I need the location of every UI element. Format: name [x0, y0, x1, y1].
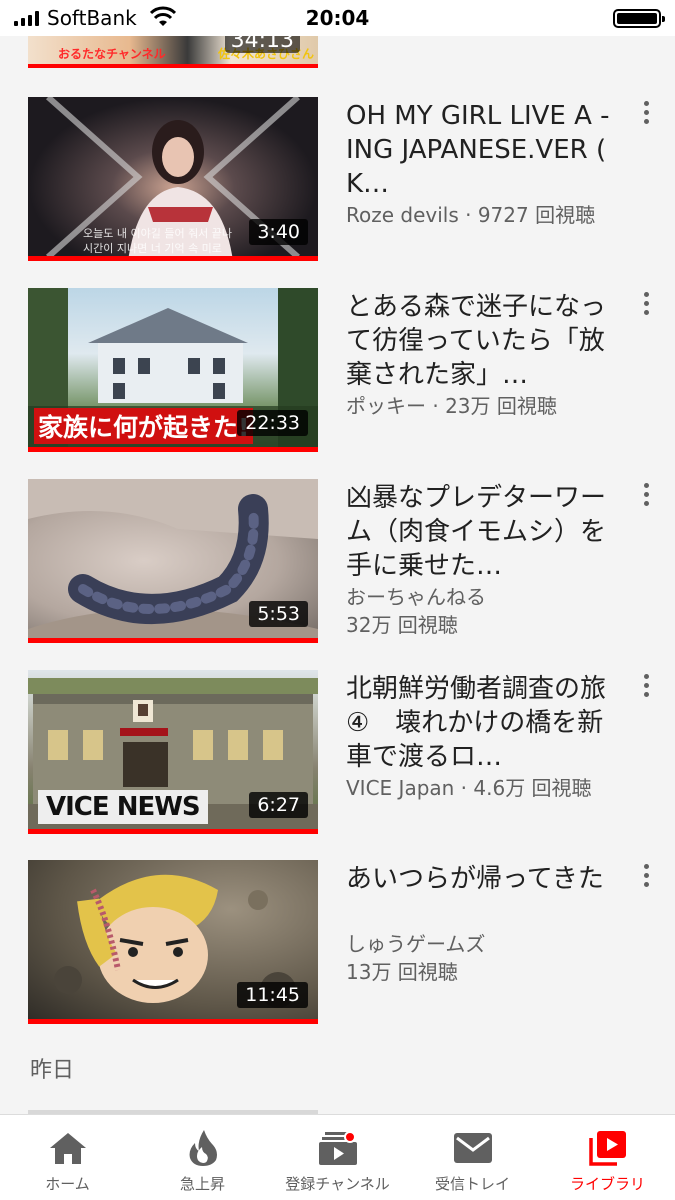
- video-duration: 3:40: [249, 219, 308, 245]
- nav-library[interactable]: ライブラリ: [540, 1115, 675, 1200]
- video-title[interactable]: あいつらが帰ってきた: [346, 862, 614, 930]
- watch-progress-bar: [28, 829, 318, 834]
- video-duration: 6:27: [249, 792, 308, 818]
- library-icon: [588, 1129, 628, 1167]
- nav-label: ライブラリ: [569, 1175, 645, 1193]
- nav-label: 受信トレイ: [434, 1175, 510, 1193]
- video-thumbnail[interactable]: 오늘도 내 이야길 들어 줘서 끝나 시간이 지나면 너 기억 속 미로 3:4…: [28, 97, 318, 261]
- more-options-icon[interactable]: [638, 483, 654, 511]
- video-title[interactable]: とある森で迷子になって彷徨っていたら「放棄された家」…: [346, 290, 614, 392]
- trending-flame-icon: [183, 1129, 223, 1167]
- video-list-item[interactable]: 家族に何が起きた! 22:33 とある森で迷子になって彷徨っていたら「放棄された…: [0, 288, 675, 452]
- nav-label: ホーム: [45, 1175, 90, 1193]
- video-view-count: 32万 回視聴: [346, 613, 458, 637]
- more-options-icon[interactable]: [638, 101, 654, 129]
- video-list-item[interactable]: 11:45 あいつらが帰ってきた しゅうゲームズ 13万 回視聴: [0, 860, 675, 1024]
- thumbnail-overlay-text: 家族に何が起きた!: [34, 408, 254, 444]
- watch-progress-bar: [28, 256, 318, 261]
- watch-progress-bar: [28, 1019, 318, 1024]
- video-duration: 5:53: [249, 601, 308, 627]
- status-bar: SoftBank 20:04: [0, 0, 675, 36]
- video-channel-views: ポッキー · 23万 回視聴: [346, 394, 557, 418]
- svg-text:시간이 지나면 너 기억 속 미로: 시간이 지나면 너 기억 속 미로: [83, 242, 222, 255]
- nav-label: 登録チャンネル: [285, 1175, 390, 1193]
- video-thumbnail[interactable]: 5:53: [28, 479, 318, 643]
- video-view-count: 13万 回視聴: [346, 960, 458, 984]
- battery-icon: [613, 9, 665, 28]
- more-options-icon[interactable]: [638, 864, 654, 892]
- video-duration: 22:33: [237, 410, 308, 436]
- video-list-item[interactable]: VICE NEWS 6:27 北朝鮮労働者調査の旅 ④ 壊れかけの橋を新車で渡る…: [0, 670, 675, 834]
- video-thumbnail[interactable]: 11:45: [28, 860, 318, 1024]
- nav-label: 急上昇: [179, 1175, 225, 1193]
- video-list-item[interactable]: 5:53 凶暴なプレデターワーム（肉食イモムシ）を手に乗せた… おーちゃんねる …: [0, 479, 675, 643]
- nav-trending[interactable]: 急上昇: [135, 1115, 270, 1200]
- video-thumbnail[interactable]: 家族に何が起きた! 22:33: [28, 288, 318, 452]
- thumbnail-overlay-text: おるたなチャンネル: [58, 47, 166, 61]
- video-list-item[interactable]: 오늘도 내 이야길 들어 줘서 끝나 시간이 지나면 너 기억 속 미로 3:4…: [0, 97, 675, 261]
- status-time: 20:04: [305, 6, 370, 30]
- video-channel-views: VICE Japan · 4.6万 回視聴: [346, 776, 592, 800]
- notification-dot: [343, 1131, 356, 1143]
- nav-home[interactable]: ホーム: [0, 1115, 135, 1200]
- video-channel-views: Roze devils · 9727 回視聴: [346, 203, 596, 227]
- nav-subscriptions[interactable]: 登録チャンネル: [270, 1115, 405, 1200]
- video-title[interactable]: 凶暴なプレデターワーム（肉食イモムシ）を手に乗せた…: [346, 481, 614, 583]
- home-icon: [48, 1129, 88, 1167]
- video-thumbnail[interactable]: VICE NEWS 6:27: [28, 670, 318, 834]
- watch-progress-bar: [28, 638, 318, 643]
- watch-progress-bar: [28, 447, 318, 452]
- bottom-navigation: ホーム 急上昇 登録チャンネル 受信トレイ ライブラリ: [0, 1114, 675, 1200]
- more-options-icon[interactable]: [638, 292, 654, 320]
- video-title[interactable]: 北朝鮮労働者調査の旅 ④ 壊れかけの橋を新車で渡るロ…: [346, 672, 614, 774]
- thumbnail-overlay-text: VICE NEWS: [38, 790, 208, 824]
- video-thumbnail-partial[interactable]: おるたなチャンネル 佐々木あさひさん 34:13: [28, 36, 318, 68]
- nav-inbox[interactable]: 受信トレイ: [405, 1115, 540, 1200]
- inbox-mail-icon: [453, 1129, 493, 1167]
- subscriptions-icon: [318, 1129, 358, 1167]
- video-channel-name: しゅうゲームズ: [346, 932, 486, 956]
- video-title[interactable]: OH MY GIRL LIVE A - ING JAPANESE.VER ( K…: [346, 99, 614, 201]
- watch-progress-bar: [28, 64, 318, 68]
- section-header-yesterday: 昨日: [30, 1058, 75, 1083]
- video-duration: 34:13: [224, 36, 300, 53]
- svg-text:오늘도 내 이야길 들어 줘서 끝나: 오늘도 내 이야길 들어 줘서 끝나: [83, 227, 232, 240]
- video-duration: 11:45: [237, 982, 308, 1008]
- video-channel-name: おーちゃんねる: [346, 585, 486, 609]
- more-options-icon[interactable]: [638, 674, 654, 702]
